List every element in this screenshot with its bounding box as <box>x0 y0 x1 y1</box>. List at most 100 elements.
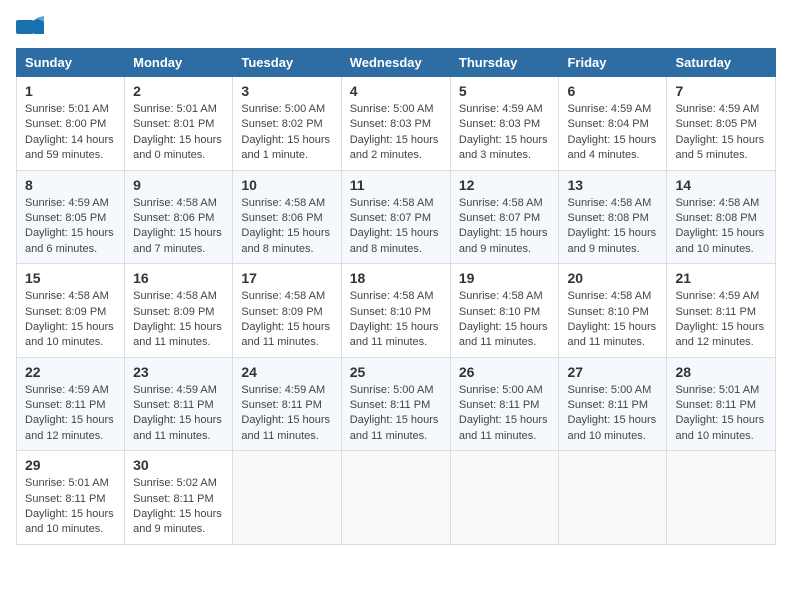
day-info: Sunrise: 4:58 AM Sunset: 8:09 PM Dayligh… <box>241 289 332 351</box>
calendar-cell: 25 Sunrise: 5:00 AM Sunset: 8:11 PM Dayli… <box>341 357 450 451</box>
day-info: Sunrise: 5:01 AM Sunset: 8:11 PM Dayligh… <box>25 476 116 538</box>
calendar-cell <box>233 451 341 545</box>
day-info: Sunrise: 4:58 AM Sunset: 8:10 PM Dayligh… <box>459 289 551 351</box>
day-number: 17 <box>241 270 332 286</box>
day-number: 22 <box>25 364 116 380</box>
day-info: Sunrise: 4:58 AM Sunset: 8:06 PM Dayligh… <box>133 196 224 258</box>
day-number: 4 <box>350 83 442 99</box>
calendar-cell: 10 Sunrise: 4:58 AM Sunset: 8:06 PM Dayli… <box>233 170 341 264</box>
calendar-cell: 24 Sunrise: 4:59 AM Sunset: 8:11 PM Dayli… <box>233 357 341 451</box>
day-info: Sunrise: 4:58 AM Sunset: 8:07 PM Dayligh… <box>459 196 551 258</box>
day-number: 11 <box>350 177 442 193</box>
day-number: 3 <box>241 83 332 99</box>
header-tuesday: Tuesday <box>233 49 341 77</box>
calendar-cell: 13 Sunrise: 4:58 AM Sunset: 8:08 PM Dayli… <box>559 170 667 264</box>
day-info: Sunrise: 4:58 AM Sunset: 8:06 PM Dayligh… <box>241 196 332 258</box>
calendar-cell <box>341 451 450 545</box>
calendar-cell: 30 Sunrise: 5:02 AM Sunset: 8:11 PM Dayli… <box>125 451 233 545</box>
logo-icon <box>16 16 44 38</box>
day-info: Sunrise: 4:59 AM Sunset: 8:11 PM Dayligh… <box>133 383 224 445</box>
day-number: 7 <box>675 83 767 99</box>
calendar-week-3: 15 Sunrise: 4:58 AM Sunset: 8:09 PM Dayli… <box>17 264 776 358</box>
calendar-cell: 11 Sunrise: 4:58 AM Sunset: 8:07 PM Dayli… <box>341 170 450 264</box>
day-info: Sunrise: 4:58 AM Sunset: 8:08 PM Dayligh… <box>675 196 767 258</box>
day-number: 14 <box>675 177 767 193</box>
calendar-cell: 7 Sunrise: 4:59 AM Sunset: 8:05 PM Daylig… <box>667 77 776 171</box>
calendar-cell <box>450 451 559 545</box>
day-info: Sunrise: 4:59 AM Sunset: 8:05 PM Dayligh… <box>675 102 767 164</box>
day-number: 23 <box>133 364 224 380</box>
calendar-header-row: SundayMondayTuesdayWednesdayThursdayFrid… <box>17 49 776 77</box>
calendar-cell: 16Sunrise: 4:58 AM Sunset: 8:09 PM Dayli… <box>125 264 233 358</box>
calendar-week-5: 29Sunrise: 5:01 AM Sunset: 8:11 PM Dayli… <box>17 451 776 545</box>
day-number: 13 <box>567 177 658 193</box>
day-number: 9 <box>133 177 224 193</box>
calendar-cell: 9 Sunrise: 4:58 AM Sunset: 8:06 PM Daylig… <box>125 170 233 264</box>
calendar-cell: 22Sunrise: 4:59 AM Sunset: 8:11 PM Dayli… <box>17 357 125 451</box>
calendar-cell: 14 Sunrise: 4:58 AM Sunset: 8:08 PM Dayli… <box>667 170 776 264</box>
calendar-table: SundayMondayTuesdayWednesdayThursdayFrid… <box>16 48 776 545</box>
calendar-cell: 5 Sunrise: 4:59 AM Sunset: 8:03 PM Daylig… <box>450 77 559 171</box>
calendar-cell: 6 Sunrise: 4:59 AM Sunset: 8:04 PM Daylig… <box>559 77 667 171</box>
calendar-cell: 23 Sunrise: 4:59 AM Sunset: 8:11 PM Dayli… <box>125 357 233 451</box>
day-number: 27 <box>567 364 658 380</box>
day-info: Sunrise: 4:59 AM Sunset: 8:11 PM Dayligh… <box>241 383 332 445</box>
day-info: Sunrise: 5:01 AM Sunset: 8:00 PM Dayligh… <box>25 102 116 164</box>
day-info: Sunrise: 5:01 AM Sunset: 8:11 PM Dayligh… <box>675 383 767 445</box>
calendar-cell: 27 Sunrise: 5:00 AM Sunset: 8:11 PM Dayli… <box>559 357 667 451</box>
day-info: Sunrise: 5:00 AM Sunset: 8:11 PM Dayligh… <box>567 383 658 445</box>
day-number: 30 <box>133 457 224 473</box>
calendar-cell: 21Sunrise: 4:59 AM Sunset: 8:11 PM Dayli… <box>667 264 776 358</box>
page-header <box>16 16 776 38</box>
calendar-cell: 17 Sunrise: 4:58 AM Sunset: 8:09 PM Dayli… <box>233 264 341 358</box>
calendar-cell: 29Sunrise: 5:01 AM Sunset: 8:11 PM Dayli… <box>17 451 125 545</box>
calendar-cell: 1Sunrise: 5:01 AM Sunset: 8:00 PM Daylig… <box>17 77 125 171</box>
day-info: Sunrise: 5:00 AM Sunset: 8:11 PM Dayligh… <box>350 383 442 445</box>
day-info: Sunrise: 4:59 AM Sunset: 8:03 PM Dayligh… <box>459 102 551 164</box>
day-info: Sunrise: 5:02 AM Sunset: 8:11 PM Dayligh… <box>133 476 224 538</box>
day-info: Sunrise: 4:58 AM Sunset: 8:10 PM Dayligh… <box>567 289 658 351</box>
header-saturday: Saturday <box>667 49 776 77</box>
day-number: 20 <box>567 270 658 286</box>
day-info: Sunrise: 5:00 AM Sunset: 8:11 PM Dayligh… <box>459 383 551 445</box>
header-thursday: Thursday <box>450 49 559 77</box>
day-number: 10 <box>241 177 332 193</box>
logo <box>16 16 46 38</box>
day-number: 15 <box>25 270 116 286</box>
calendar-cell: 2 Sunrise: 5:01 AM Sunset: 8:01 PM Daylig… <box>125 77 233 171</box>
day-number: 24 <box>241 364 332 380</box>
day-info: Sunrise: 4:58 AM Sunset: 8:08 PM Dayligh… <box>567 196 658 258</box>
calendar-cell: 18 Sunrise: 4:58 AM Sunset: 8:10 PM Dayli… <box>341 264 450 358</box>
calendar-cell: 19Sunrise: 4:58 AM Sunset: 8:10 PM Dayli… <box>450 264 559 358</box>
day-number: 26 <box>459 364 551 380</box>
day-number: 18 <box>350 270 442 286</box>
day-number: 2 <box>133 83 224 99</box>
header-wednesday: Wednesday <box>341 49 450 77</box>
calendar-week-2: 8Sunrise: 4:59 AM Sunset: 8:05 PM Daylig… <box>17 170 776 264</box>
day-info: Sunrise: 4:58 AM Sunset: 8:09 PM Dayligh… <box>25 289 116 351</box>
day-info: Sunrise: 4:59 AM Sunset: 8:05 PM Dayligh… <box>25 196 116 258</box>
day-info: Sunrise: 5:00 AM Sunset: 8:03 PM Dayligh… <box>350 102 442 164</box>
calendar-week-1: 1Sunrise: 5:01 AM Sunset: 8:00 PM Daylig… <box>17 77 776 171</box>
day-info: Sunrise: 4:58 AM Sunset: 8:07 PM Dayligh… <box>350 196 442 258</box>
calendar-cell: 15 Sunrise: 4:58 AM Sunset: 8:09 PM Dayli… <box>17 264 125 358</box>
header-sunday: Sunday <box>17 49 125 77</box>
day-info: Sunrise: 4:59 AM Sunset: 8:11 PM Dayligh… <box>675 289 767 351</box>
day-number: 6 <box>567 83 658 99</box>
calendar-cell: 28 Sunrise: 5:01 AM Sunset: 8:11 PM Dayli… <box>667 357 776 451</box>
day-number: 25 <box>350 364 442 380</box>
calendar-cell: 20 Sunrise: 4:58 AM Sunset: 8:10 PM Dayli… <box>559 264 667 358</box>
header-friday: Friday <box>559 49 667 77</box>
day-number: 5 <box>459 83 551 99</box>
calendar-cell: 12Sunrise: 4:58 AM Sunset: 8:07 PM Dayli… <box>450 170 559 264</box>
day-info: Sunrise: 4:58 AM Sunset: 8:10 PM Dayligh… <box>350 289 442 351</box>
header-monday: Monday <box>125 49 233 77</box>
calendar-cell: 3 Sunrise: 5:00 AM Sunset: 8:02 PM Daylig… <box>233 77 341 171</box>
day-info: Sunrise: 5:01 AM Sunset: 8:01 PM Dayligh… <box>133 102 224 164</box>
calendar-cell <box>667 451 776 545</box>
day-info: Sunrise: 5:00 AM Sunset: 8:02 PM Dayligh… <box>241 102 332 164</box>
day-info: Sunrise: 4:59 AM Sunset: 8:04 PM Dayligh… <box>567 102 658 164</box>
calendar-cell: 26 Sunrise: 5:00 AM Sunset: 8:11 PM Dayli… <box>450 357 559 451</box>
day-number: 28 <box>675 364 767 380</box>
calendar-week-4: 22 Sunrise: 4:59 AM Sunset: 8:11 PM Dayli… <box>17 357 776 451</box>
